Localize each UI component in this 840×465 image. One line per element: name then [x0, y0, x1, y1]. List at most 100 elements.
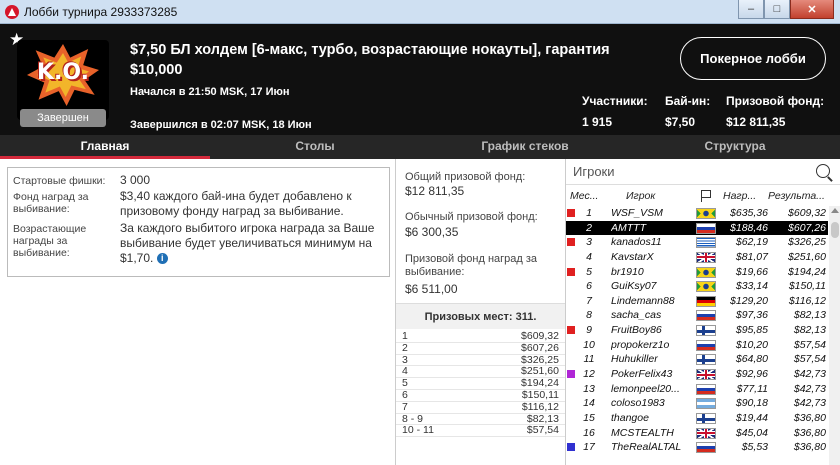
player-row[interactable]: 3 kanados11 $62,19 $326,25 [566, 235, 828, 250]
tab-structure[interactable]: Структура [630, 135, 840, 159]
player-status-marker [567, 224, 575, 232]
player-row[interactable]: 10 propokerz1o $10,20 $57,54 [566, 338, 828, 353]
payout-row: 10 - 11 $57,54 [396, 424, 565, 438]
player-status-marker [567, 311, 575, 319]
player-name[interactable]: thangoe [611, 411, 693, 426]
player-row[interactable]: 5 br1910 $19,66 $194,24 [566, 265, 828, 280]
column-bounty[interactable]: Нагр... [723, 190, 756, 202]
player-result: $42,73 [793, 382, 826, 395]
player-search[interactable]: Игроки [566, 159, 840, 185]
player-name[interactable]: KavstarX [611, 250, 693, 265]
player-name[interactable]: lemonpeel20... [611, 382, 693, 397]
player-place: 10 [583, 338, 595, 351]
player-result: $36,80 [793, 411, 826, 424]
player-bounty: $64,80 [735, 353, 768, 366]
player-status-marker [567, 267, 575, 276]
prize-pool-label: Призовой фонд: [726, 94, 825, 108]
player-name[interactable]: FruitBoy86 [611, 323, 693, 338]
scroll-up-arrow-icon[interactable] [831, 208, 839, 213]
player-name[interactable]: Huhukiller [611, 352, 693, 367]
player-name[interactable]: TheRealALTAL [611, 440, 693, 455]
starting-chips-label: Стартовые фишки: [13, 175, 106, 187]
payout-amount: $150,11 [521, 388, 559, 401]
player-status-marker [567, 209, 575, 217]
player-result: $36,80 [793, 441, 826, 454]
starting-chips-value: 3 000 [120, 173, 151, 187]
minimize-button[interactable]: ‒ [738, 0, 764, 19]
player-name[interactable]: AMTTT [611, 221, 693, 236]
player-result: $194,24 [788, 265, 826, 278]
argentina-flag-icon [696, 398, 716, 410]
player-name[interactable]: PokerFelix43 [611, 367, 693, 382]
player-name[interactable]: GuiKsy07 [611, 279, 693, 294]
player-place: 13 [583, 382, 595, 395]
search-input[interactable]: Игроки [573, 164, 615, 179]
player-name[interactable]: WSF_VSM [611, 206, 693, 221]
player-bounty: $92,96 [735, 368, 768, 381]
scrollbar-thumb[interactable] [831, 222, 839, 238]
player-row[interactable]: 1 WSF_VSM $635,36 $609,32 [566, 206, 828, 221]
player-status-marker [567, 238, 575, 247]
bounty-prize-label: Призовой фонд наград за выбивание: [405, 253, 538, 278]
player-place: 9 [586, 324, 592, 337]
player-row[interactable]: 15 thangoe $19,44 $36,80 [566, 411, 828, 426]
regular-prize-label: Обычный призовой фонд: [405, 211, 538, 223]
maximize-button[interactable]: □ [764, 0, 790, 19]
player-name[interactable]: kanados11 [611, 235, 693, 250]
tab-stack-chart[interactable]: График стеков [420, 135, 630, 159]
player-name[interactable]: MCSTEALTH [611, 426, 693, 441]
player-row[interactable]: 4 KavstarX $81,07 $251,60 [566, 250, 828, 265]
tournament-info-panel: Стартовые фишки: 3 000 Фонд наград за вы… [0, 159, 395, 465]
player-result: $150,11 [788, 280, 826, 293]
poker-lobby-button[interactable]: Покерное лобби [680, 37, 826, 80]
player-bounty: $95,85 [735, 324, 768, 337]
player-place: 1 [586, 207, 592, 219]
payout-amount: $57,54 [526, 424, 559, 437]
player-row[interactable]: 17 TheRealALTAL $5,53 $36,80 [566, 440, 828, 455]
player-status-marker [567, 341, 575, 349]
player-bounty: $62,19 [735, 236, 768, 249]
payout-amount: $116,12 [521, 400, 559, 413]
russia-flag-icon [696, 442, 716, 454]
column-result[interactable]: Результа... [768, 190, 825, 202]
player-status-marker [567, 399, 575, 407]
player-row[interactable]: 6 GuiKsy07 $33,14 $150,11 [566, 279, 828, 294]
player-name[interactable]: coloso1983 [611, 396, 693, 411]
player-row[interactable]: 11 Huhukiller $64,80 $57,54 [566, 352, 828, 367]
uk-flag-icon [696, 369, 716, 381]
player-status-marker [567, 429, 575, 437]
germany-flag-icon [696, 295, 716, 307]
knockout-logo: K.O. [17, 40, 109, 120]
tab-main[interactable]: Главная [0, 135, 210, 159]
player-row[interactable]: 9 FruitBoy86 $95,85 $82,13 [566, 323, 828, 338]
player-status-marker [567, 370, 575, 379]
player-name[interactable]: Lindemann88 [611, 294, 693, 309]
player-bounty: $97,36 [735, 309, 768, 322]
player-row[interactable]: 13 lemonpeel20... $77,11 $42,73 [566, 382, 828, 397]
player-row[interactable]: 14 coloso1983 $90,18 $42,73 [566, 396, 828, 411]
players-table-header: Мес... Игрок Нагр... Результа... [566, 187, 840, 205]
player-status-marker [567, 414, 575, 422]
player-row[interactable]: 7 Lindemann88 $129,20 $116,12 [566, 294, 828, 309]
column-place[interactable]: Мес... [570, 190, 598, 202]
player-name[interactable]: sacha_cas [611, 308, 693, 323]
player-place: 4 [586, 250, 592, 263]
paid-places-header: Призовых мест: 311. [396, 303, 565, 329]
player-row[interactable]: 12 PokerFelix43 $92,96 $42,73 [566, 367, 828, 382]
search-icon[interactable] [816, 164, 830, 178]
uk-flag-icon [696, 251, 716, 263]
info-icon[interactable]: i [156, 253, 168, 265]
player-row[interactable]: 16 MCSTEALTH $45,04 $36,80 [566, 426, 828, 441]
player-place: 11 [583, 353, 595, 366]
player-result: $36,80 [793, 426, 826, 439]
player-name[interactable]: propokerz1o [611, 338, 693, 353]
player-row[interactable]: 2 AMTTT $188,46 $607,26 [566, 220, 828, 236]
country-flag-column-icon[interactable] [701, 190, 711, 202]
progressive-bounty-text: За каждого выбитого игрока награда за Ва… [120, 221, 385, 266]
column-player[interactable]: Игрок [626, 190, 655, 202]
close-button[interactable]: ✕ [790, 0, 834, 19]
player-row[interactable]: 8 sacha_cas $97,36 $82,13 [566, 308, 828, 323]
players-scrollbar[interactable] [829, 206, 840, 465]
tab-tables[interactable]: Столы [210, 135, 420, 159]
player-name[interactable]: br1910 [611, 265, 693, 280]
